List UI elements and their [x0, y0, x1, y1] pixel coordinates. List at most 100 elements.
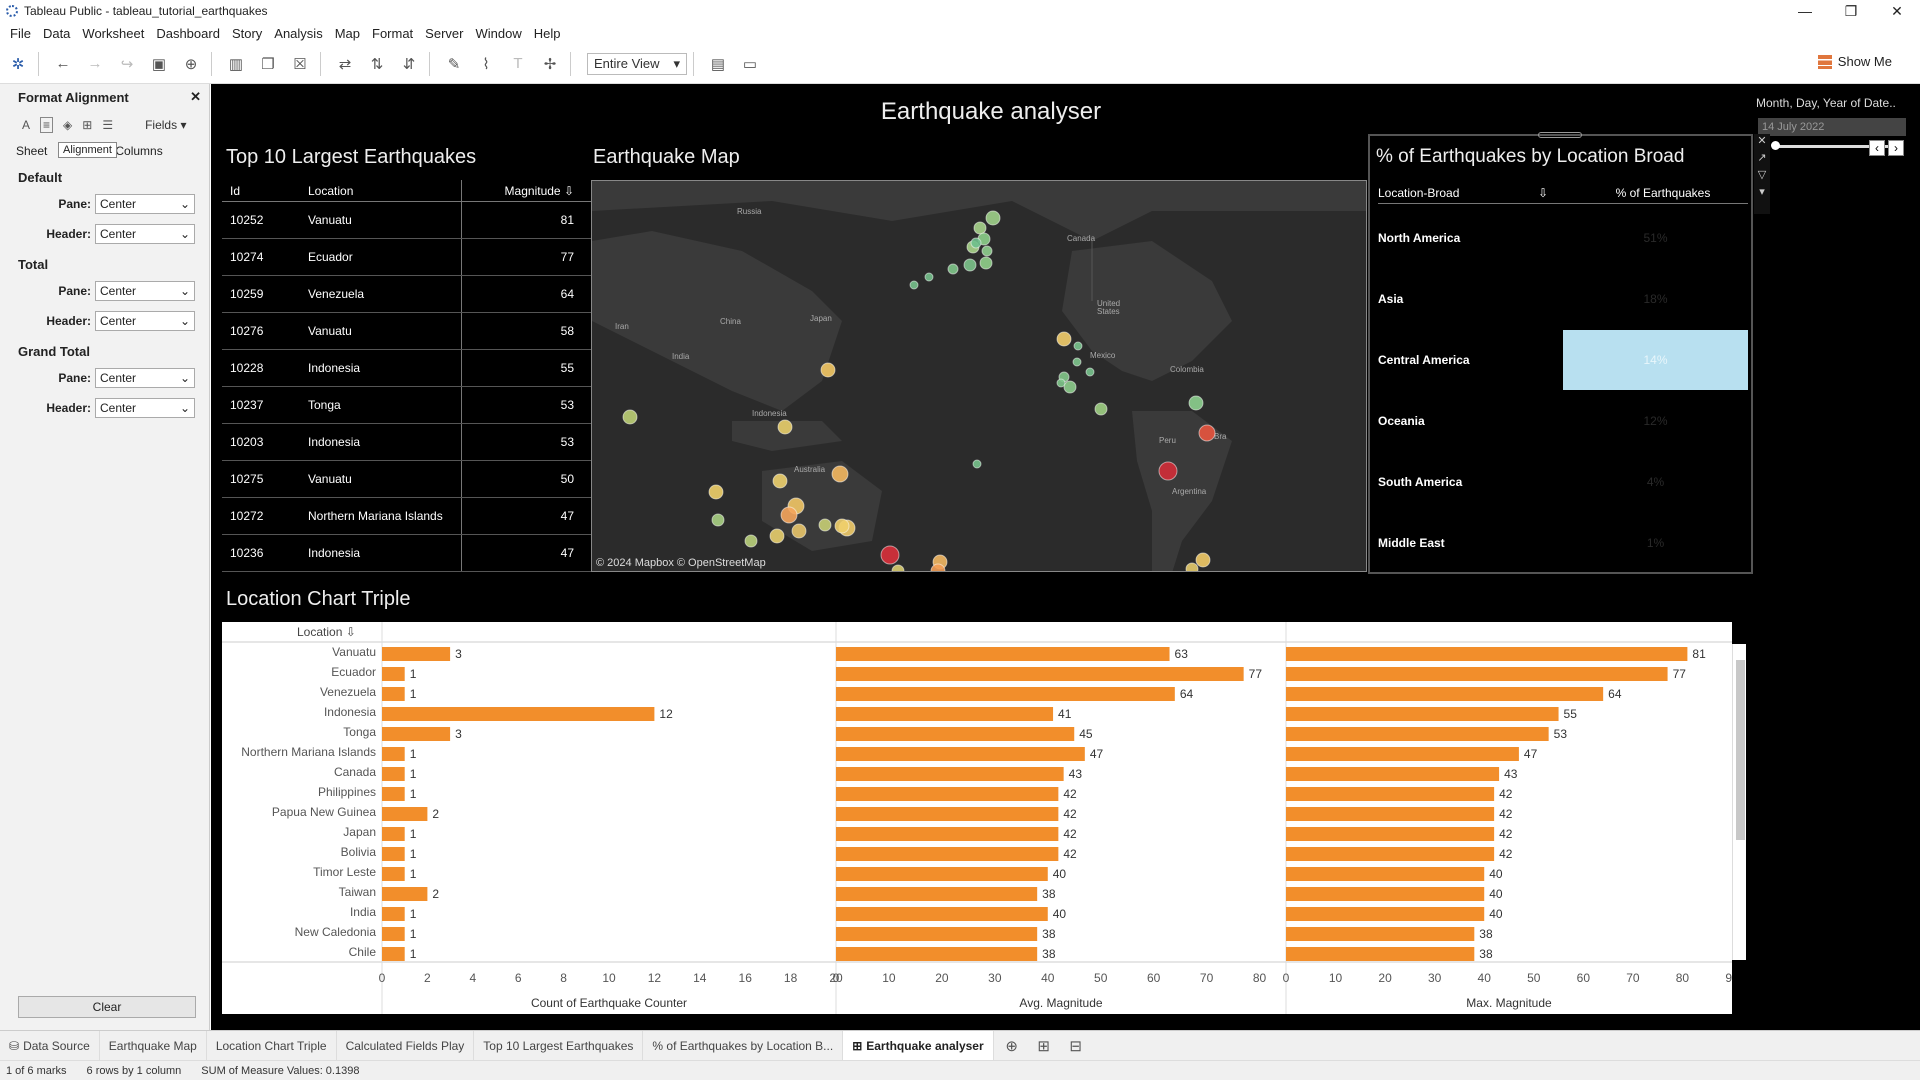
- menu-worksheet[interactable]: Worksheet: [76, 26, 150, 41]
- earthquake-point[interactable]: [744, 534, 758, 548]
- earthquake-point[interactable]: [891, 564, 905, 572]
- drag-handle[interactable]: [1538, 132, 1582, 138]
- menu-data[interactable]: Data: [37, 26, 76, 41]
- category-label[interactable]: Philippines: [318, 785, 376, 799]
- map-svg[interactable]: RussiaCanadaIranChina JapanIndiaUnitedSta…: [592, 181, 1367, 572]
- table-row[interactable]: 10274 Ecuador 77: [222, 239, 592, 276]
- bar[interactable]: [1286, 747, 1519, 761]
- earthquake-point[interactable]: [1085, 367, 1095, 377]
- bar[interactable]: [1286, 947, 1475, 961]
- scrollbar-thumb[interactable]: [1736, 660, 1745, 840]
- close-icon[interactable]: ✕: [190, 89, 201, 105]
- earthquake-point[interactable]: [1063, 380, 1077, 394]
- earthquake-point[interactable]: [880, 545, 900, 565]
- earthquake-point[interactable]: [1056, 378, 1066, 388]
- grand-total-pane-select[interactable]: Center ⌄: [95, 368, 195, 388]
- category-label[interactable]: Vanuatu: [332, 645, 376, 659]
- bar[interactable]: [1286, 827, 1495, 841]
- chart-scrollbar[interactable]: [1732, 644, 1746, 960]
- bar[interactable]: [382, 787, 405, 801]
- earthquake-point[interactable]: [1188, 395, 1204, 411]
- tab-calculated-fields-play[interactable]: Calculated Fields Play: [337, 1030, 475, 1061]
- fields-dropdown[interactable]: Fields ▾: [145, 118, 186, 132]
- bar[interactable]: [382, 747, 405, 761]
- category-label[interactable]: Northern Mariana Islands: [241, 745, 376, 759]
- earthquake-point[interactable]: [1195, 552, 1211, 568]
- earthquake-point[interactable]: [981, 245, 993, 257]
- list-item[interactable]: North America 51%: [1378, 208, 1748, 268]
- highlight-icon[interactable]: ✎: [440, 50, 468, 78]
- labels-icon[interactable]: T: [504, 50, 532, 78]
- earthquake-point[interactable]: [818, 518, 832, 532]
- list-item[interactable]: Middle East 1%: [1378, 513, 1748, 573]
- menu-help[interactable]: Help: [528, 26, 567, 41]
- bar[interactable]: [1286, 887, 1485, 901]
- bar[interactable]: [382, 767, 405, 781]
- total-header-select[interactable]: Center ⌄: [95, 311, 195, 331]
- bar[interactable]: [1286, 707, 1559, 721]
- category-label[interactable]: Japan: [343, 825, 376, 839]
- category-label[interactable]: Papua New Guinea: [272, 805, 376, 819]
- duplicate-icon[interactable]: ❐: [254, 50, 282, 78]
- bar[interactable]: [1286, 807, 1495, 821]
- menu-map[interactable]: Map: [329, 26, 366, 41]
- lines-icon[interactable]: ☰: [102, 118, 113, 132]
- bar[interactable]: [382, 687, 405, 701]
- bar[interactable]: [1286, 847, 1495, 861]
- earthquake-point[interactable]: [708, 484, 724, 500]
- bar[interactable]: [836, 827, 1059, 841]
- bar[interactable]: [382, 947, 405, 961]
- earthquake-point[interactable]: [622, 409, 638, 425]
- bar[interactable]: [382, 847, 405, 861]
- bar[interactable]: [1286, 787, 1495, 801]
- clear-sheet-icon[interactable]: ☒: [286, 50, 314, 78]
- prev-date-button[interactable]: ‹: [1869, 140, 1885, 156]
- slider-handle[interactable]: [1771, 141, 1780, 150]
- category-label[interactable]: Venezuela: [320, 685, 376, 699]
- menu-format[interactable]: Format: [366, 26, 419, 41]
- category-label[interactable]: Taiwan: [339, 885, 376, 899]
- earthquake-point[interactable]: [1185, 562, 1199, 572]
- grand-total-header-select[interactable]: Center ⌄: [95, 398, 195, 418]
- axis-label[interactable]: Max. Magnitude: [1466, 996, 1552, 1010]
- bar[interactable]: [382, 667, 405, 681]
- bar[interactable]: [382, 887, 428, 901]
- axis-label[interactable]: Count of Earthquake Counter: [531, 996, 687, 1010]
- list-item[interactable]: Central America 14%: [1378, 330, 1748, 390]
- earthquake-point[interactable]: [1158, 461, 1178, 481]
- filter-icon[interactable]: ▽: [1758, 168, 1766, 181]
- earthquake-point[interactable]: [973, 221, 987, 235]
- table-row[interactable]: 10252 Vanuatu 81: [222, 202, 592, 239]
- bar[interactable]: [1286, 687, 1604, 701]
- redo-icon[interactable]: →: [81, 50, 109, 78]
- earthquake-point[interactable]: [909, 280, 919, 290]
- table-row[interactable]: 10276 Vanuatu 58: [222, 313, 592, 350]
- pct-value[interactable]: 51%: [1563, 208, 1748, 268]
- borders-icon[interactable]: ⊞: [82, 118, 92, 132]
- table-row[interactable]: 10275 Vanuatu 50: [222, 461, 592, 498]
- category-label[interactable]: Canada: [334, 765, 376, 779]
- bar[interactable]: [836, 847, 1059, 861]
- tab-sheet[interactable]: Sheet: [16, 144, 47, 158]
- pct-value[interactable]: 18%: [1563, 269, 1748, 329]
- table-row[interactable]: 10259 Venezuela 64: [222, 276, 592, 313]
- earthquake-point[interactable]: [711, 513, 725, 527]
- replay-icon[interactable]: ↪: [113, 50, 141, 78]
- earthquake-map[interactable]: Russia Canada Iran China Japan India United Sta…: [591, 180, 1367, 572]
- next-date-button[interactable]: ›: [1888, 140, 1904, 156]
- pct-value[interactable]: 1%: [1563, 513, 1748, 573]
- bar[interactable]: [1286, 667, 1668, 681]
- earthquake-point[interactable]: [820, 362, 836, 378]
- col-magnitude[interactable]: Magnitude ⇩: [462, 184, 580, 198]
- bar[interactable]: [1286, 647, 1688, 661]
- col-location-broad[interactable]: Location-Broad: [1378, 186, 1538, 203]
- menu-window[interactable]: Window: [469, 26, 527, 41]
- location-chart-svg[interactable]: Location ⇩ Vanuatu Ecuador Venezuela Indones…: [222, 622, 1739, 1014]
- earthquake-point[interactable]: [924, 272, 934, 282]
- font-icon[interactable]: A: [22, 118, 30, 132]
- fit-view-select[interactable]: Entire View ▾: [587, 52, 687, 75]
- bar[interactable]: [382, 827, 405, 841]
- sort-icon[interactable]: ⇩: [1538, 186, 1578, 203]
- bar[interactable]: [1286, 867, 1485, 881]
- bar[interactable]: [836, 727, 1075, 741]
